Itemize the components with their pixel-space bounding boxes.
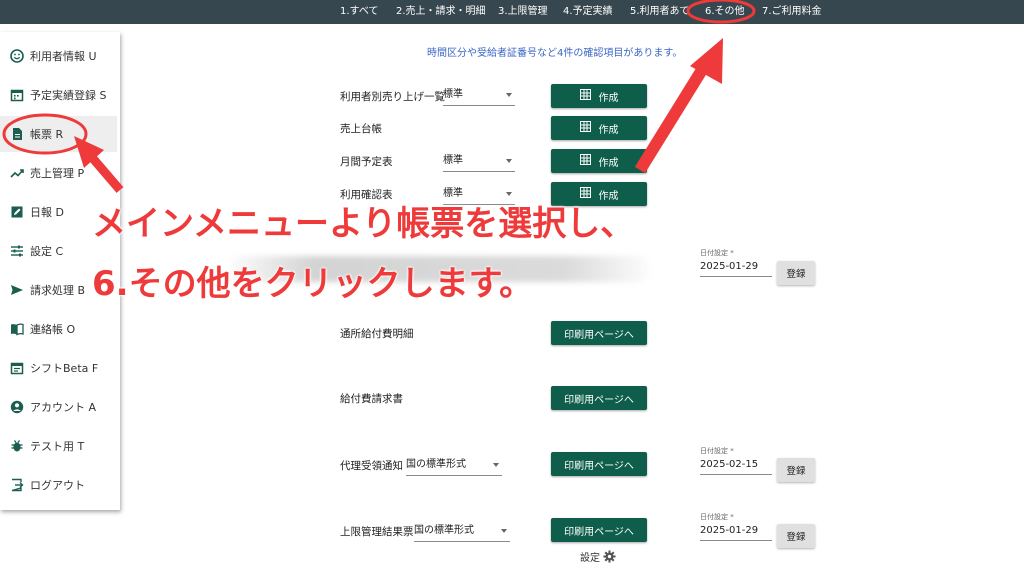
event-note-icon xyxy=(10,361,24,375)
report-label-limit-management-result: 上限管理結果票 xyxy=(340,526,414,538)
grid-icon xyxy=(579,121,591,135)
format-select-sales-by-user[interactable]: 標準 xyxy=(443,85,515,106)
sidebar-item-label: アカウント A xyxy=(30,401,97,414)
top-nav: 1.すべて 2.売上・請求・明細 3.上限管理 4.予定実績 5.利用者あて 6… xyxy=(0,0,1024,24)
sidebar-item-shift[interactable]: シフトBeta F xyxy=(0,350,120,386)
dropdown-arrow-icon xyxy=(501,529,507,533)
sidebar-item-label: テスト用 T xyxy=(30,440,85,453)
sidebar-item-label: 売上管理 P xyxy=(30,167,85,180)
info-message[interactable]: 時間区分や受給者証番号など4件の確認項目があります。 xyxy=(427,44,682,59)
date-value: 2025-01-29 xyxy=(700,522,772,541)
create-button-sales-by-user[interactable]: 作成 xyxy=(551,84,647,108)
dropdown-arrow-icon xyxy=(506,159,512,163)
print-page-button-proxy-receipt-notice[interactable]: 印刷用ページへ xyxy=(551,452,647,476)
sidebar-item-label: 利用者情報 U xyxy=(30,50,97,63)
print-page-button-benefit-invoice[interactable]: 印刷用ページへ xyxy=(551,386,647,410)
report-label-sales-ledger: 売上台帳 xyxy=(340,123,382,135)
select-value: 標準 xyxy=(443,89,463,100)
sliders-icon xyxy=(10,244,24,258)
date-value: 2025-02-15 xyxy=(700,456,772,475)
tab-schedule-results[interactable]: 4.予定実績 xyxy=(563,0,613,24)
dropdown-arrow-icon xyxy=(493,463,499,467)
document-icon xyxy=(10,127,24,141)
tab-usage-fee[interactable]: 7.ご利用料金 xyxy=(762,0,822,24)
tab-limit-management[interactable]: 3.上限管理 xyxy=(498,0,548,24)
sidebar-item-test[interactable]: テスト用 T xyxy=(0,428,120,464)
sidebar-item-user-info[interactable]: 利用者情報 U xyxy=(0,38,120,74)
edit-note-icon xyxy=(10,205,24,219)
send-icon xyxy=(10,283,24,297)
sidebar-item-label: 予定実績登録 S xyxy=(30,89,107,102)
date-value: 2025-01-29 xyxy=(700,258,772,277)
date-setting-field[interactable]: 日付設定 * 2025-01-29 xyxy=(700,248,772,277)
select-value: 国の標準形式 xyxy=(414,525,474,536)
grid-icon xyxy=(579,89,591,103)
select-value: 標準 xyxy=(443,155,463,166)
date-setting-label: 日付設定 * xyxy=(700,447,734,455)
sidebar-item-label: 連絡帳 O xyxy=(30,323,76,336)
gear-icon[interactable] xyxy=(603,548,616,567)
bug-icon xyxy=(10,439,24,453)
select-value: 国の標準形式 xyxy=(406,459,466,470)
create-button-monthly-schedule[interactable]: 作成 xyxy=(551,149,647,173)
date-setting-field[interactable]: 日付設定 * 2025-01-29 xyxy=(700,512,772,541)
sidebar-item-account[interactable]: アカウント A xyxy=(0,389,120,425)
report-label-proxy-receipt-notice: 代理受領通知 xyxy=(340,460,403,472)
print-page-button-limit-management-result[interactable]: 印刷用ページへ xyxy=(551,518,647,542)
sidebar-item-label: 日報 D xyxy=(30,206,64,219)
format-select-monthly-schedule[interactable]: 標準 xyxy=(443,151,515,172)
sidebar-item-label: 設定 C xyxy=(30,245,64,258)
instruction-caption-line1: メインメニューより帳票を選択し、 xyxy=(92,204,635,244)
grid-icon xyxy=(579,154,591,168)
button-label: 作成 xyxy=(598,92,619,104)
smiley-icon xyxy=(10,49,24,63)
instruction-caption-line2: 6.その他をクリックします。 xyxy=(92,264,534,304)
report-label-monthly-schedule: 月間予定表 xyxy=(340,156,393,168)
sidebar-item-contact-book[interactable]: 連絡帳 O xyxy=(0,311,120,347)
date-setting-label: 日付設定 * xyxy=(700,249,734,257)
settings-link-label[interactable]: 設定 xyxy=(580,549,600,564)
date-setting-field[interactable]: 日付設定 * 2025-02-15 xyxy=(700,446,772,475)
report-label-commuting-benefit-statement: 通所給付費明細 xyxy=(340,328,414,340)
tab-user-addressed[interactable]: 5.利用者あて xyxy=(630,0,689,24)
sidebar-item-label: ログアウト xyxy=(30,479,85,492)
trending-up-icon xyxy=(10,166,24,180)
format-select-proxy-receipt-notice[interactable]: 国の標準形式 xyxy=(406,455,502,476)
calendar-icon xyxy=(10,88,24,102)
register-button[interactable]: 登録 xyxy=(777,261,815,285)
print-page-button-benefit-statement[interactable]: 印刷用ページへ xyxy=(551,321,647,345)
button-label: 作成 xyxy=(598,157,619,169)
logout-icon xyxy=(10,478,24,492)
sidebar-item-label: シフトBeta F xyxy=(30,362,99,375)
account-icon xyxy=(10,400,24,414)
sidebar-item-logout[interactable]: ログアウト xyxy=(0,467,120,503)
tab-sales-billing[interactable]: 2.売上・請求・明細 xyxy=(396,0,486,24)
sidebar-item-reports[interactable]: 帳票 R xyxy=(0,116,117,152)
dropdown-arrow-icon xyxy=(506,93,512,97)
report-label-sales-by-user: 利用者別売り上げ一覧 xyxy=(340,91,445,103)
date-setting-label: 日付設定 * xyxy=(700,513,734,521)
sidebar-item-sales[interactable]: 売上管理 P xyxy=(0,155,120,191)
format-select-limit-management-result[interactable]: 国の標準形式 xyxy=(414,521,510,542)
tab-other[interactable]: 6.その他 xyxy=(705,0,745,24)
register-button[interactable]: 登録 xyxy=(777,524,815,548)
report-label-benefit-invoice: 給付費請求書 xyxy=(340,393,403,405)
button-label: 作成 xyxy=(598,124,619,136)
register-button[interactable]: 登録 xyxy=(777,458,815,482)
create-button-sales-ledger[interactable]: 作成 xyxy=(551,116,647,140)
tab-all[interactable]: 1.すべて xyxy=(340,0,378,24)
book-icon xyxy=(10,322,24,336)
sidebar-item-label: 請求処理 B xyxy=(30,284,86,297)
sidebar-item-label: 帳票 R xyxy=(30,128,64,141)
sidebar-item-schedule[interactable]: 予定実績登録 S xyxy=(0,77,120,113)
